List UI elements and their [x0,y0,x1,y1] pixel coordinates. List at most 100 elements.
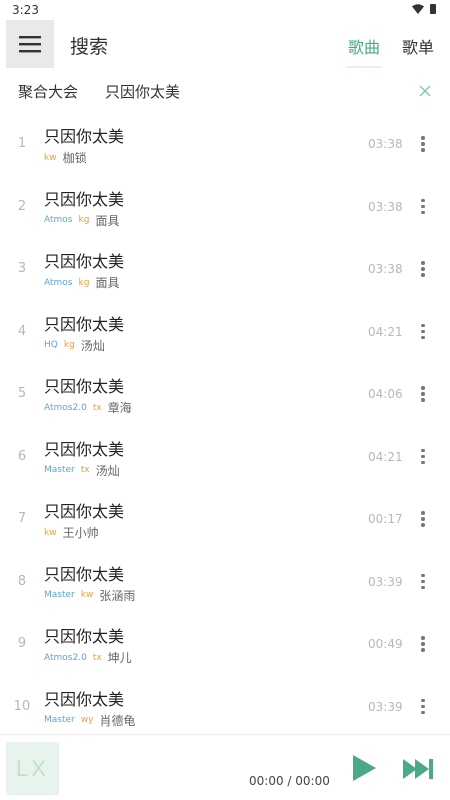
song-row[interactable]: 2 只因你太美 Atmos kg 面具 03:38 [0,177,450,240]
quality-badge: Atmos2.0 [44,652,87,663]
play-icon[interactable] [348,752,380,784]
source-badge: kw [44,152,57,163]
playback-progress: 00:00 / 00:00 [249,774,330,788]
more-vertical-icon [421,386,425,390]
quality-badge: Master [44,590,75,600]
song-meta: Atmos kg 面具 [44,212,119,229]
tab-songs[interactable]: 歌曲 [345,34,383,68]
song-index: 3 [17,261,27,276]
wifi-icon [412,4,424,14]
song-artist: 面具 [95,276,120,290]
song-index: 1 [17,136,27,151]
status-time: 3:23 [12,3,39,17]
more-options-button[interactable] [414,694,432,720]
song-meta: Master tx 汤灿 [44,462,120,479]
quality-badge: Master [44,715,75,725]
more-options-button[interactable] [414,569,432,595]
song-title: 只因你太美 [44,439,125,459]
song-duration: 04:21 [368,449,403,464]
source-badge: kw [44,527,57,538]
song-duration: 03:38 [368,262,403,276]
song-duration: 03:38 [368,199,403,214]
clear-search-button[interactable] [414,80,436,102]
source-badge: tx [92,402,102,413]
song-duration: 03:38 [368,137,403,151]
song-meta: Atmos2.0 tx 章海 [44,399,132,416]
song-index: 9 [17,636,27,651]
skip-next-icon[interactable] [401,755,435,783]
more-options-button[interactable] [414,506,432,532]
song-row[interactable]: 3 只因你太美 Atmos kg 面具 03:38 [0,239,450,302]
song-title: 只因你太美 [44,127,125,146]
more-vertical-icon [421,511,425,515]
song-meta: Atmos kg 面具 [44,274,119,291]
more-vertical-icon [421,323,425,328]
quality-badge: Atmos [44,277,73,288]
song-duration: 03:39 [368,699,403,714]
status-icons [412,4,436,14]
song-meta: Master wy 肖德龟 [44,712,135,729]
song-artist: 坤儿 [107,651,132,665]
song-title: 只因你太美 [44,564,125,584]
more-options-button[interactable] [414,631,432,657]
song-index: 2 [17,198,27,214]
song-index: 6 [17,448,27,464]
menu-button[interactable] [6,20,54,68]
quality-badge: Atmos2.0 [44,402,87,413]
song-index: 5 [17,386,27,401]
more-options-button[interactable] [414,381,432,407]
more-vertical-icon [421,198,425,203]
song-artist: 面具 [95,213,120,228]
song-row[interactable]: 1 只因你太美 kw 枷锁 03:38 [0,114,450,177]
song-row[interactable]: 8 只因你太美 Master kw 张涵雨 03:39 [0,552,450,615]
more-options-button[interactable] [414,319,432,345]
more-vertical-icon [421,136,425,140]
song-row[interactable]: 9 只因你太美 Atmos2.0 tx 坤儿 00:49 [0,614,450,677]
more-options-button[interactable] [414,256,432,282]
more-options-button[interactable] [414,131,432,157]
source-badge: tx [92,652,102,663]
quality-badge: Master [44,465,75,475]
song-index: 10 [13,698,31,714]
song-duration: 00:17 [368,512,403,526]
more-vertical-icon [421,636,425,640]
song-meta: kw 王小帅 [44,524,99,541]
song-title: 只因你太美 [44,377,125,396]
song-meta: Atmos2.0 tx 坤儿 [44,649,132,666]
source-badge: tx [80,465,90,475]
source-selector[interactable]: 聚合大会 [18,81,78,102]
song-row[interactable]: 10 只因你太美 Master wy 肖德龟 03:39 [0,677,450,740]
song-artist: 肖德龟 [99,713,136,728]
more-options-button[interactable] [414,194,432,220]
song-artist: 汤灿 [80,338,105,353]
song-artist: 汤灿 [95,463,120,478]
search-bar: 聚合大会 只因你太美 [0,72,450,110]
tab-playlists[interactable]: 歌单 [402,34,434,58]
song-row[interactable]: 4 只因你太美 HQ kg 汤灿 04:21 [0,302,450,365]
song-meta: Master kw 张涵雨 [44,587,135,604]
song-title: 只因你太美 [44,314,125,334]
more-vertical-icon [421,573,425,578]
page-title: 搜索 [70,36,109,58]
song-artist: 王小帅 [62,526,99,540]
song-artist: 枷锁 [62,151,87,165]
source-badge: wy [80,715,94,725]
close-icon [419,85,431,97]
song-artist: 章海 [107,401,132,415]
song-title: 只因你太美 [44,627,125,646]
song-title: 只因你太美 [44,252,125,271]
song-row[interactable]: 5 只因你太美 Atmos2.0 tx 章海 04:06 [0,364,450,427]
more-vertical-icon [421,261,425,265]
source-badge: kg [78,277,90,288]
more-options-button[interactable] [414,444,432,470]
search-input[interactable]: 只因你太美 [105,81,180,102]
source-badge: kg [78,215,90,225]
song-meta: kw 枷锁 [44,149,87,166]
album-cover[interactable]: LX [6,742,59,795]
song-duration: 00:49 [368,637,403,651]
quality-badge: HQ [44,340,58,350]
song-meta: HQ kg 汤灿 [44,337,105,354]
song-row[interactable]: 7 只因你太美 kw 王小帅 00:17 [0,489,450,552]
player-bar: LX 00:00 / 00:00 [0,734,450,800]
song-row[interactable]: 6 只因你太美 Master tx 汤灿 04:21 [0,427,450,490]
